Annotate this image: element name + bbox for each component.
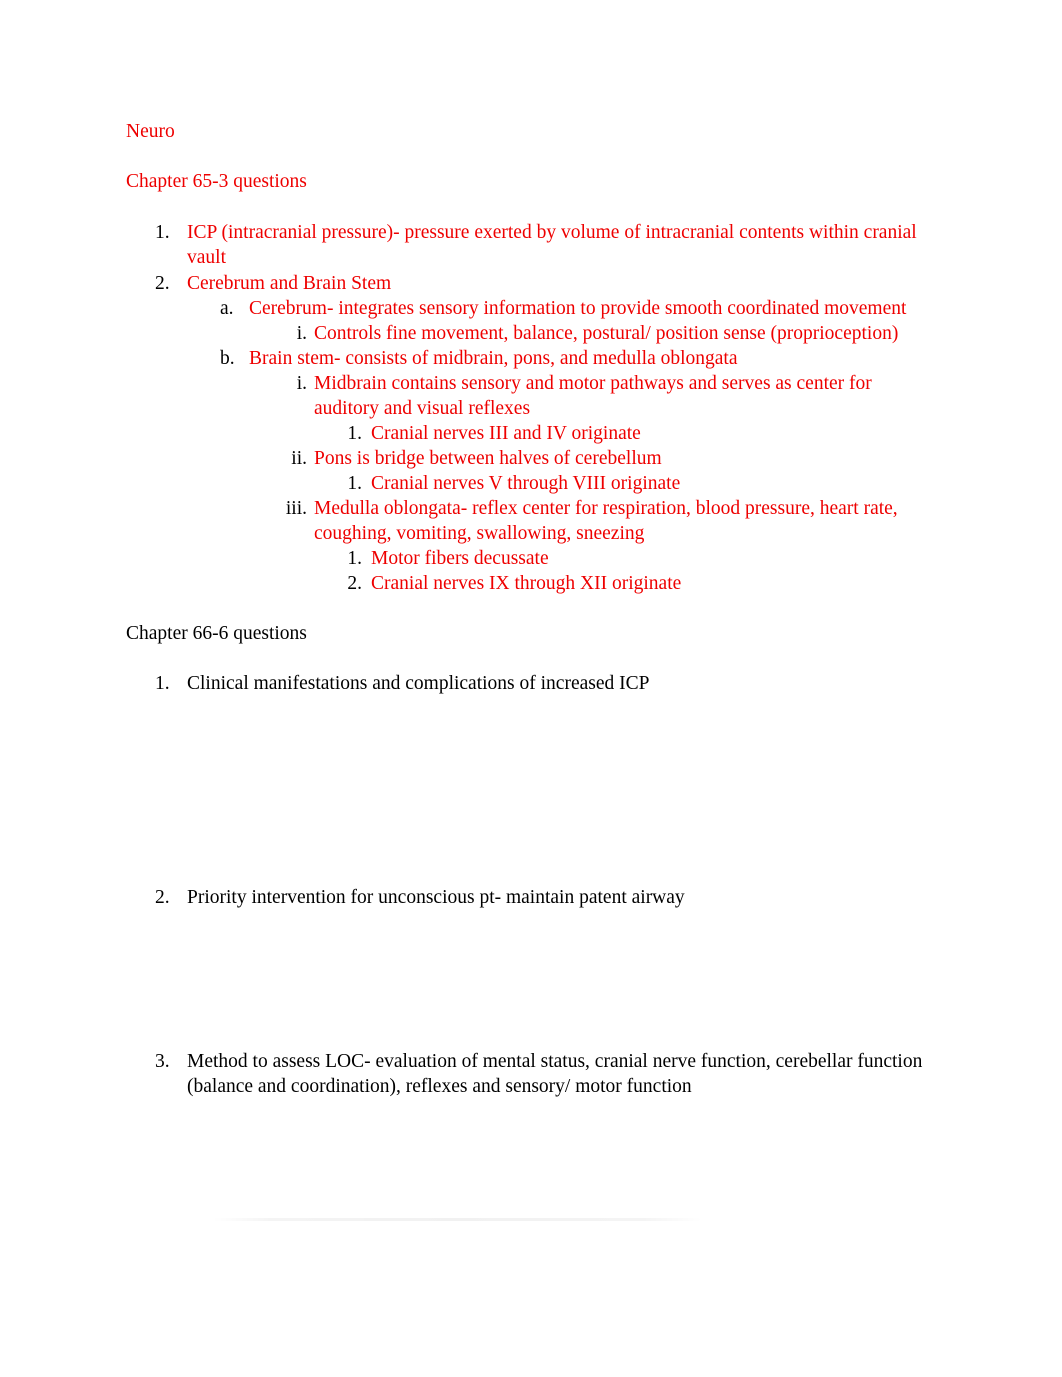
- answer-space: [126, 696, 936, 885]
- list-item: 1. Motor fibers decussate: [126, 546, 936, 571]
- list-marker: 3.: [155, 1051, 170, 1073]
- list-item: 1. Cranial nerves III and IV originate: [126, 421, 936, 446]
- list-item-text: Priority intervention for unconscious pt…: [187, 887, 685, 909]
- list-marker: i.: [296, 372, 307, 394]
- list-marker: 2.: [347, 573, 362, 595]
- answer-space: [126, 910, 936, 1049]
- list-item-text: Cranial nerves IX through XII originate: [371, 573, 682, 595]
- list-chapter-65: 1. ICP (intracranial pressure)- pressure…: [126, 220, 936, 596]
- document-title: Neuro: [126, 121, 175, 142]
- list-item-text: Cranial nerves III and IV originate: [371, 422, 641, 444]
- list-marker: 1.: [347, 472, 362, 494]
- list-marker: 2.: [155, 887, 170, 909]
- section-heading-chapter-66: Chapter 66-6 questions: [126, 623, 307, 645]
- list-item-text: Motor fibers decussate: [371, 548, 549, 570]
- list-marker: a.: [220, 297, 234, 319]
- list-item: b. Brain stem- consists of midbrain, pon…: [126, 346, 936, 371]
- list-item: 1. Cranial nerves V through VIII origina…: [126, 471, 936, 496]
- list-marker: 1.: [347, 422, 362, 444]
- list-item-text: Pons is bridge between halves of cerebel…: [314, 447, 662, 469]
- list-item-text: Brain stem- consists of midbrain, pons, …: [249, 347, 738, 369]
- list-item-text: Clinical manifestations and complication…: [187, 673, 650, 695]
- list-item-text: Cerebrum and Brain Stem: [187, 272, 392, 294]
- list-marker: iii.: [285, 497, 307, 519]
- list-item: 1. Clinical manifestations and complicat…: [126, 671, 936, 696]
- list-item-text: Method to assess LOC- evaluation of ment…: [187, 1051, 923, 1098]
- list-item: 3. Method to assess LOC- evaluation of m…: [126, 1049, 936, 1099]
- list-item: ii. Pons is bridge between halves of cer…: [126, 446, 936, 471]
- list-marker: ii.: [291, 447, 307, 469]
- list-chapter-66: 1. Clinical manifestations and complicat…: [126, 671, 936, 1099]
- list-item-text: ICP (intracranial pressure)- pressure ex…: [187, 222, 917, 269]
- list-marker: 1.: [155, 673, 170, 695]
- list-item-text: Cranial nerves V through VIII originate: [371, 472, 681, 494]
- document-body: Neuro Chapter 65-3 questions 1. ICP (int…: [126, 120, 936, 1100]
- list-item: 2. Cerebrum and Brain Stem: [126, 271, 936, 296]
- list-item-text: Controls fine movement, balance, postura…: [314, 322, 899, 344]
- list-marker: 1.: [347, 548, 362, 570]
- list-item: 1. ICP (intracranial pressure)- pressure…: [126, 220, 936, 270]
- list-item: a. Cerebrum- integrates sensory informat…: [126, 296, 936, 321]
- list-marker: 1.: [155, 222, 170, 244]
- list-marker: i.: [296, 322, 307, 344]
- list-marker: 2.: [155, 272, 170, 294]
- list-item: i. Controls fine movement, balance, post…: [126, 321, 936, 346]
- list-item: 2. Priority intervention for unconscious…: [126, 885, 936, 910]
- page-bottom-divider: [212, 1218, 702, 1221]
- list-item: i. Midbrain contains sensory and motor p…: [126, 371, 936, 421]
- document-page: Neuro Chapter 65-3 questions 1. ICP (int…: [0, 0, 1062, 1377]
- list-item: 2. Cranial nerves IX through XII origina…: [126, 571, 936, 596]
- list-item-text: Medulla oblongata- reflex center for res…: [314, 497, 898, 544]
- list-item-text: Midbrain contains sensory and motor path…: [314, 372, 872, 419]
- section-heading-chapter-65: Chapter 65-3 questions: [126, 171, 307, 193]
- list-item: iii. Medulla oblongata- reflex center fo…: [126, 496, 936, 546]
- list-item-text: Cerebrum- integrates sensory information…: [249, 297, 907, 319]
- list-marker: b.: [220, 347, 235, 369]
